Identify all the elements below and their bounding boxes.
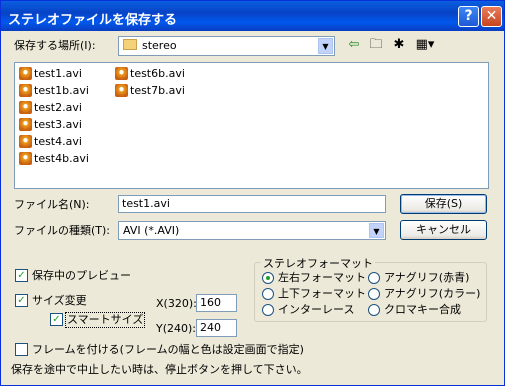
filename-input[interactable]: test1.avi [118,195,386,213]
folder-icon [123,39,137,50]
stereo-format-group: ステレオフォーマット 左右フォーマット アナグリフ(赤青) 上下フォーマット ア… [254,255,487,322]
smart-size-checkbox[interactable]: ✓ [50,313,63,326]
avi-file-icon [115,84,128,97]
frame-checkbox[interactable] [15,343,28,356]
avi-file-icon [19,84,32,97]
save-button[interactable]: 保存(S) [400,194,487,214]
close-button[interactable]: ✕ [481,6,502,27]
location-dropdown[interactable]: stereo ▼ [118,36,335,56]
filetype-dropdown[interactable]: AVI (*.AVI) ▼ [118,221,386,240]
radio-label: アナグリフ(カラー) [384,287,481,300]
location-label: 保存する場所(I): [14,39,96,52]
radio-label: クロマキー合成 [384,303,461,316]
y-size-input[interactable]: 240 [196,319,237,337]
chevron-down-icon: ▼ [369,223,384,238]
up-folder-icon[interactable]: 🗀 [367,37,385,53]
file-item[interactable]: test1b.avi [19,83,89,99]
file-item[interactable]: test7b.avi [115,83,185,99]
stereo-format-legend: ステレオフォーマット [261,255,375,271]
back-icon[interactable]: ⇦ [345,37,363,53]
file-item[interactable]: test1.avi [19,66,82,82]
filename-label: ファイル名(N): [14,198,90,211]
new-folder-icon[interactable]: ✱ [390,37,408,53]
radio-label: 左右フォーマット [278,271,366,284]
window-title: ステレオファイルを保存する [8,13,178,28]
save-dialog: ステレオファイルを保存する ? ✕ 保存する場所(I): stereo ▼ ⇦ … [0,0,505,386]
resize-label: サイズ変更 [32,294,87,307]
avi-file-icon [19,135,32,148]
help-button[interactable]: ? [458,6,479,27]
filetype-value: AVI (*.AVI) [123,224,180,237]
status-text: 保存を途中で中止したい時は、停止ボタンを押して下さい。 [11,363,308,376]
file-item[interactable]: test6b.avi [115,66,185,82]
avi-file-icon [115,67,128,80]
radio-label: アナグリフ(赤青) [384,271,470,284]
cancel-button[interactable]: キャンセル [400,220,487,240]
radio-label: 上下フォーマット [278,287,366,300]
radio-label: インターレース [278,303,355,316]
file-item[interactable]: test4.avi [19,134,82,150]
x-size-label: X(320): [156,297,197,310]
preview-checkbox[interactable]: ✓ [15,269,28,282]
radio-chromakey[interactable] [368,304,380,316]
title-bar: ステレオファイルを保存する ? ✕ [1,1,504,31]
avi-file-icon [19,118,32,131]
file-item[interactable]: test4b.avi [19,151,89,167]
radio-side-by-side[interactable] [262,272,274,284]
chevron-down-icon: ▼ [318,38,333,54]
radio-anaglyph-color[interactable] [368,288,380,300]
y-size-label: Y(240): [156,322,197,335]
location-value: stereo [142,39,177,52]
radio-anaglyph-red-blue[interactable] [368,272,380,284]
avi-file-icon [19,152,32,165]
resize-checkbox[interactable]: ✓ [15,294,28,307]
file-item[interactable]: test2.avi [19,100,82,116]
view-menu-icon[interactable]: ▦▾ [414,37,436,53]
avi-file-icon [19,101,32,114]
smart-size-label: スマートサイズ [65,312,146,328]
preview-label: 保存中のプレビュー [32,269,131,282]
radio-top-bottom[interactable] [262,288,274,300]
x-size-input[interactable]: 160 [196,294,237,312]
filetype-label: ファイルの種類(T): [14,224,111,237]
file-item[interactable]: test3.avi [19,117,82,133]
file-list[interactable]: test1.avi test1b.avi test2.avi test3.avi… [14,62,489,189]
frame-label: フレームを付ける(フレームの幅と色は設定画面で指定) [32,343,304,356]
avi-file-icon [19,67,32,80]
radio-interlace[interactable] [262,304,274,316]
